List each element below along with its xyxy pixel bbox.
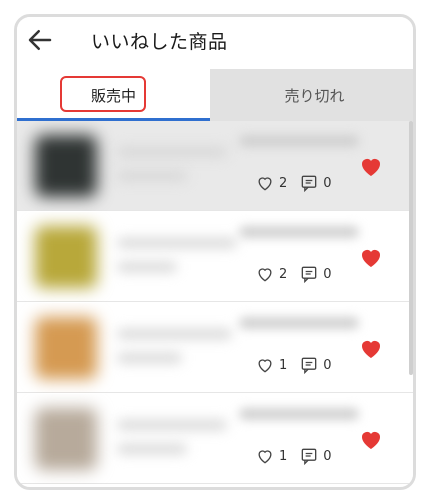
list-item[interactable]: 2 0 [17, 121, 413, 211]
like-count: 1 [279, 448, 288, 464]
item-thumbnail [35, 408, 97, 470]
blurred-text [117, 353, 182, 363]
highlight-annotation [60, 76, 146, 112]
blurred-item-info [17, 121, 249, 211]
item-thumbnail [35, 317, 97, 379]
phone-screen: いいねした商品 販売中 売り切れ 2 0 2 0 1 0 1 0 [14, 14, 416, 490]
like-count: 2 [279, 175, 288, 191]
item-thumbnail [35, 226, 97, 288]
like-count: 2 [279, 266, 288, 282]
tab-sold-out[interactable]: 売り切れ [210, 69, 413, 121]
blurred-text [117, 329, 232, 339]
item-stats: 2 0 [255, 173, 344, 193]
heart-filled-icon[interactable] [359, 155, 383, 177]
list-item[interactable]: 1 0 [17, 303, 413, 393]
comment-icon [301, 357, 317, 375]
blurred-item-info [17, 394, 249, 484]
item-thumbnail [35, 135, 97, 197]
blurred-item-name [239, 135, 359, 147]
comment-icon [301, 175, 317, 193]
blurred-text [117, 238, 237, 248]
like-outline-icon [258, 177, 272, 191]
blurred-item-name [239, 317, 359, 329]
tab-sold-out-label: 売り切れ [284, 86, 345, 105]
like-outline-icon [258, 359, 272, 373]
list-scrollbar[interactable] [409, 121, 413, 375]
blurred-text [117, 147, 227, 157]
item-stats: 1 0 [255, 446, 344, 466]
comment-icon [301, 448, 317, 466]
comment-count: 0 [323, 357, 332, 373]
comment-count: 0 [323, 175, 332, 191]
item-stats: 2 0 [255, 264, 344, 284]
like-outline-icon [258, 450, 272, 464]
back-arrow-icon[interactable] [25, 25, 55, 55]
blurred-item-name [239, 408, 359, 420]
blurred-text [117, 420, 227, 430]
blurred-text [117, 444, 187, 454]
heart-filled-icon[interactable] [359, 246, 383, 268]
like-outline-icon [258, 268, 272, 282]
comment-icon [301, 266, 317, 284]
blurred-item-info [17, 303, 249, 393]
item-stats: 1 0 [255, 355, 344, 375]
list-item[interactable]: 1 0 [17, 394, 413, 484]
blurred-text [117, 262, 177, 272]
heart-filled-icon[interactable] [359, 428, 383, 450]
like-count: 1 [279, 357, 288, 373]
blurred-item-name [239, 226, 359, 238]
blurred-text [117, 171, 187, 181]
comment-count: 0 [323, 266, 332, 282]
comment-count: 0 [323, 448, 332, 464]
liked-items-list: 2 0 2 0 1 0 1 0 [17, 121, 413, 487]
page-title: いいねした商品 [91, 31, 228, 53]
blurred-item-info [17, 212, 249, 302]
list-item[interactable]: 2 0 [17, 212, 413, 302]
heart-filled-icon[interactable] [359, 337, 383, 359]
app-header: いいねした商品 [17, 17, 413, 69]
